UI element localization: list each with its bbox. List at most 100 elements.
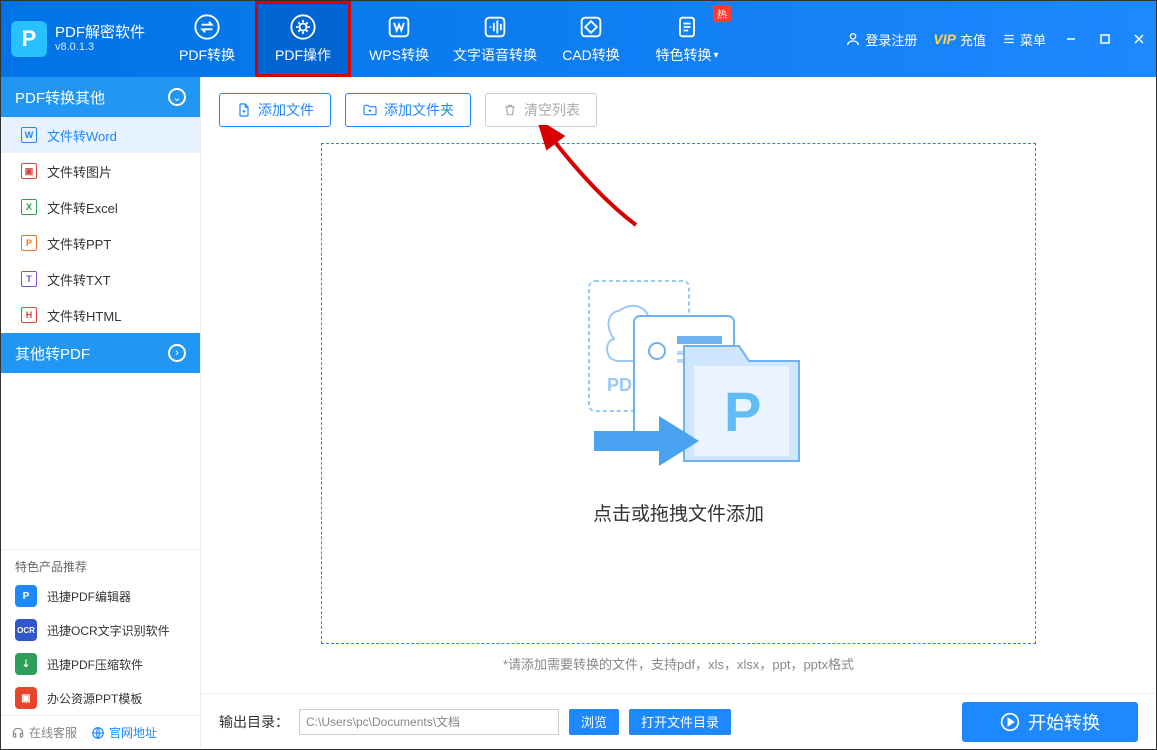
site-label: 官网地址 [109, 724, 157, 741]
sidebar-footer: 在线客服 官网地址 [1, 715, 200, 749]
promo-label: 迅捷PDF编辑器 [47, 588, 131, 605]
sidebar-section-pdf-to-other[interactable]: PDF转换其他 ⌄ [1, 77, 200, 117]
sidebar-section-other-to-pdf[interactable]: 其他转PDF › [1, 333, 200, 373]
open-folder-button[interactable]: 打开文件目录 [629, 709, 731, 735]
browse-button[interactable]: 浏览 [569, 709, 619, 735]
txt-icon: T [21, 271, 37, 287]
sidebar-item-to-ppt[interactable]: P 文件转PPT [1, 225, 200, 261]
button-label: 打开文件目录 [641, 712, 719, 731]
dropzone[interactable]: PDF P 点击或拖拽文件添加 [321, 143, 1036, 644]
user-icon [845, 31, 861, 47]
output-path-input[interactable] [299, 709, 559, 735]
tab-label: PDF操作 [275, 45, 331, 65]
sidebar-item-to-excel[interactable]: X 文件转Excel [1, 189, 200, 225]
promo-compress[interactable]: ⇣ 迅捷PDF压缩软件 [1, 647, 200, 681]
sidebar-item-to-txt[interactable]: T 文件转TXT [1, 261, 200, 297]
promo-icon: ▣ [15, 687, 37, 709]
clear-list-button[interactable]: 清空列表 [485, 93, 597, 127]
service-label: 在线客服 [29, 724, 77, 741]
promo-label: 办公资源PPT模板 [47, 690, 142, 707]
promo-title: 特色产品推荐 [1, 549, 200, 579]
word-icon: W [21, 127, 37, 143]
sidebar-item-label: 文件转图片 [47, 162, 112, 181]
cad-icon [577, 13, 605, 41]
vip-recharge[interactable]: VIP充值 [933, 30, 986, 49]
trash-icon [502, 102, 518, 118]
tab-label: CAD转换 [562, 45, 620, 65]
doc-icon [673, 13, 701, 41]
menu-label: 菜单 [1020, 30, 1046, 49]
tab-text-voice[interactable]: 文字语音转换 [447, 1, 543, 77]
gear-icon [289, 13, 317, 41]
sidebar-item-label: 文件转TXT [47, 270, 111, 289]
hot-badge: 热 [713, 5, 731, 22]
logo-block: P PDF解密软件 v8.0.1.3 [1, 21, 159, 57]
button-label: 清空列表 [524, 100, 580, 120]
promo-ocr[interactable]: OCR 迅捷OCR文字识别软件 [1, 613, 200, 647]
main-tabs: PDF转换 PDF操作 WPS转换 文字语音转换 CAD转换 热 特色转换 [159, 1, 735, 77]
section-title: PDF转换其他 [15, 87, 105, 108]
tab-pdf-convert[interactable]: PDF转换 [159, 1, 255, 77]
tab-cad-convert[interactable]: CAD转换 [543, 1, 639, 77]
excel-icon: X [21, 199, 37, 215]
tab-wps-convert[interactable]: WPS转换 [351, 1, 447, 77]
login-label: 登录注册 [865, 30, 917, 49]
start-convert-button[interactable]: 开始转换 [962, 702, 1138, 742]
sidebar-item-label: 文件转PPT [47, 234, 111, 253]
promo-pdf-editor[interactable]: P 迅捷PDF编辑器 [1, 579, 200, 613]
promo-icon: P [15, 585, 37, 607]
online-service-link[interactable]: 在线客服 [11, 724, 77, 741]
chevron-right-icon: › [168, 344, 186, 362]
sidebar-item-to-html[interactable]: H 文件转HTML [1, 297, 200, 333]
folder-plus-icon [362, 102, 378, 118]
minimize-icon [1065, 33, 1077, 45]
svg-text:P: P [724, 380, 761, 443]
sidebar-item-label: 文件转HTML [47, 306, 121, 325]
button-label: 添加文件 [258, 100, 314, 120]
sidebar-item-label: 文件转Excel [47, 198, 118, 217]
promo-label: 迅捷OCR文字识别软件 [47, 622, 170, 639]
sidebar-item-to-word[interactable]: W 文件转Word [1, 117, 200, 153]
image-icon: ▣ [21, 163, 37, 179]
close-icon [1133, 33, 1145, 45]
sidebar-item-to-image[interactable]: ▣ 文件转图片 [1, 153, 200, 189]
tab-label: 特色转换 [656, 45, 719, 65]
tab-special-convert[interactable]: 热 特色转换 [639, 1, 735, 77]
minimize-button[interactable] [1062, 30, 1080, 48]
promo-label: 迅捷PDF压缩软件 [47, 656, 143, 673]
maximize-button[interactable] [1096, 30, 1114, 48]
toolbar: 添加文件 添加文件夹 清空列表 [201, 77, 1156, 143]
chevron-down-icon: ⌄ [168, 88, 186, 106]
headset-icon [11, 726, 25, 740]
main-panel: 添加文件 添加文件夹 清空列表 PDF [201, 77, 1156, 749]
wps-icon [385, 13, 413, 41]
app-version: v8.0.1.3 [55, 41, 145, 53]
close-button[interactable] [1130, 30, 1148, 48]
promo-icon: ⇣ [15, 653, 37, 675]
official-site-link[interactable]: 官网地址 [91, 724, 157, 741]
login-link[interactable]: 登录注册 [845, 30, 917, 49]
footer-bar: 输出目录： 浏览 打开文件目录 开始转换 [201, 693, 1156, 749]
file-plus-icon [236, 102, 252, 118]
play-icon [1000, 712, 1020, 732]
app-logo-icon: P [11, 21, 47, 57]
tab-label: PDF转换 [179, 45, 235, 65]
sidebar-item-label: 文件转Word [47, 126, 117, 145]
tab-label: WPS转换 [369, 45, 429, 65]
header-right: 登录注册 VIP充值 菜单 [845, 1, 1148, 77]
menu-button[interactable]: 菜单 [1002, 30, 1046, 49]
button-label: 浏览 [581, 712, 607, 731]
promo-ppt-template[interactable]: ▣ 办公资源PPT模板 [1, 681, 200, 715]
dropzone-hint: *请添加需要转换的文件，支持pdf，xls，xlsx，ppt，pptx格式 [503, 654, 854, 673]
app-title: PDF解密软件 [55, 25, 145, 42]
section-title: 其他转PDF [15, 343, 90, 364]
ie-icon [91, 726, 105, 740]
tab-pdf-operate[interactable]: PDF操作 [255, 1, 351, 77]
button-label: 开始转换 [1028, 709, 1100, 735]
audio-icon [481, 13, 509, 41]
html-icon: H [21, 307, 37, 323]
promo-icon: OCR [15, 619, 37, 641]
add-file-button[interactable]: 添加文件 [219, 93, 331, 127]
ppt-icon: P [21, 235, 37, 251]
add-folder-button[interactable]: 添加文件夹 [345, 93, 471, 127]
